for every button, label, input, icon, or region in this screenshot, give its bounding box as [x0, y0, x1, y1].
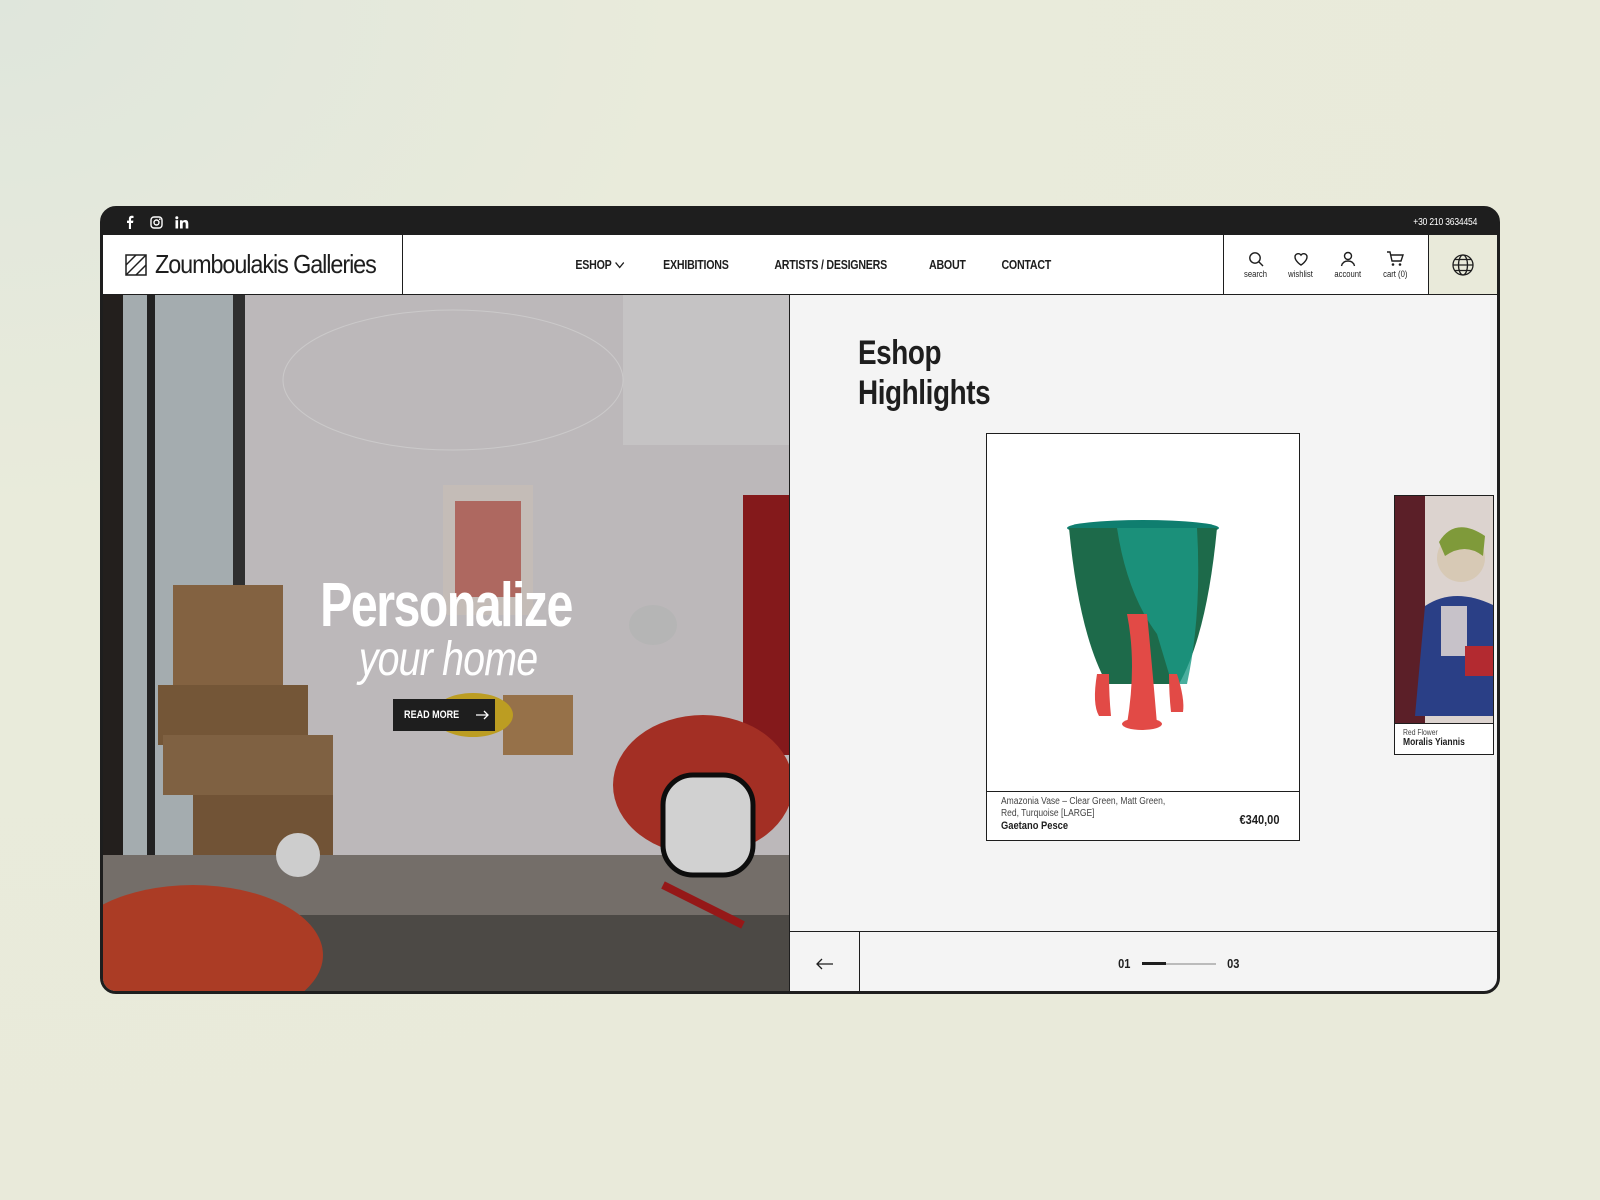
- product-artist-next: Moralis Yiannis: [1403, 737, 1465, 748]
- nav-eshop[interactable]: ESHOP: [575, 257, 625, 272]
- facebook-icon[interactable]: [123, 215, 137, 229]
- product-description-next: Red Flower: [1403, 728, 1438, 737]
- pager-current: 01: [1118, 956, 1131, 971]
- main-header: Zoumboulakis Galleries ESHOP EXHIBITIONS…: [103, 235, 1497, 295]
- read-more-button[interactable]: READ MORE: [393, 699, 495, 731]
- product-info: Amazonia Vase – Clear Green, Matt Green,…: [1001, 796, 1181, 832]
- cart-icon: [1387, 250, 1405, 266]
- product-card[interactable]: Amazonia Vase – Clear Green, Matt Green,…: [986, 433, 1300, 841]
- product-image: [987, 434, 1299, 792]
- product-description: Amazonia Vase – Clear Green, Matt Green,…: [1001, 796, 1166, 819]
- language-button[interactable]: [1429, 235, 1497, 294]
- chevron-down-icon: [615, 261, 625, 269]
- logo-icon: [125, 253, 147, 276]
- section-title-line1: Eshop: [858, 334, 942, 372]
- user-icon: [1341, 251, 1356, 266]
- section-title: Eshop Highlights: [858, 333, 991, 413]
- pager-track[interactable]: [1141, 961, 1216, 965]
- main-nav: ESHOP EXHIBITIONS ARTISTS / DESIGNERS AB…: [403, 235, 1223, 294]
- search-label: search: [1244, 268, 1268, 279]
- hero-banner: Personalize your home READ MORE: [103, 295, 789, 991]
- pager-progress: [1141, 961, 1166, 965]
- hero-heading: Personalize your home: [103, 571, 789, 686]
- phone-number[interactable]: +30 210 3634454: [1413, 217, 1477, 228]
- search-button[interactable]: search: [1242, 251, 1269, 279]
- nav-exhibitions[interactable]: EXHIBITIONS: [663, 257, 729, 272]
- cart-label: cart (0): [1383, 268, 1408, 279]
- nav-artists-designers[interactable]: ARTISTS / DESIGNERS: [774, 257, 887, 272]
- account-label: account: [1334, 268, 1362, 279]
- account-button[interactable]: account: [1332, 251, 1364, 279]
- arrow-right-icon: [475, 710, 489, 720]
- product-price: €340,00: [1239, 812, 1280, 827]
- cart-button[interactable]: cart (0): [1381, 250, 1410, 279]
- hero-title: Personalize: [320, 571, 573, 640]
- pager-total: 03: [1226, 956, 1239, 971]
- product-artist: Gaetano Pesce: [1001, 820, 1069, 832]
- read-more-label: READ MORE: [404, 709, 460, 721]
- nav-contact[interactable]: CONTACT: [1001, 257, 1051, 272]
- hero-subtitle: your home: [358, 633, 538, 686]
- arrow-left-icon: [815, 958, 833, 969]
- product-info-next: Red Flower Moralis Yiannis: [1403, 728, 1476, 748]
- section-title-line2: Highlights: [858, 374, 991, 412]
- nav-eshop-label: ESHOP: [575, 257, 612, 272]
- slider-pager: 01 03: [790, 931, 1497, 991]
- wishlist-label: wishlist: [1288, 268, 1314, 279]
- instagram-icon[interactable]: [149, 215, 163, 229]
- product-card-next[interactable]: Red Flower Moralis Yiannis: [1394, 495, 1494, 755]
- pager-indicator: 01 03: [860, 932, 1497, 991]
- logo-text: Zoumboulakis Galleries: [155, 249, 377, 279]
- header-tools: search wishlist account cart (0): [1223, 235, 1429, 294]
- search-icon: [1249, 251, 1264, 266]
- globe-icon: [1452, 253, 1474, 276]
- linkedin-icon[interactable]: [175, 215, 189, 229]
- browser-frame: +30 210 3634454 Zoumboulakis Galleries E…: [100, 206, 1500, 994]
- nav-about[interactable]: ABOUT: [929, 257, 966, 272]
- wishlist-button[interactable]: wishlist: [1286, 251, 1315, 279]
- heart-icon: [1294, 252, 1308, 266]
- product-image-next: [1395, 496, 1493, 724]
- logo[interactable]: Zoumboulakis Galleries: [103, 235, 403, 294]
- prev-button[interactable]: [790, 932, 860, 991]
- top-bar: +30 210 3634454: [103, 209, 1497, 235]
- eshop-highlights: Eshop Highlights Amazonia Vase – Clear G…: [789, 295, 1497, 991]
- social-links: [123, 215, 189, 229]
